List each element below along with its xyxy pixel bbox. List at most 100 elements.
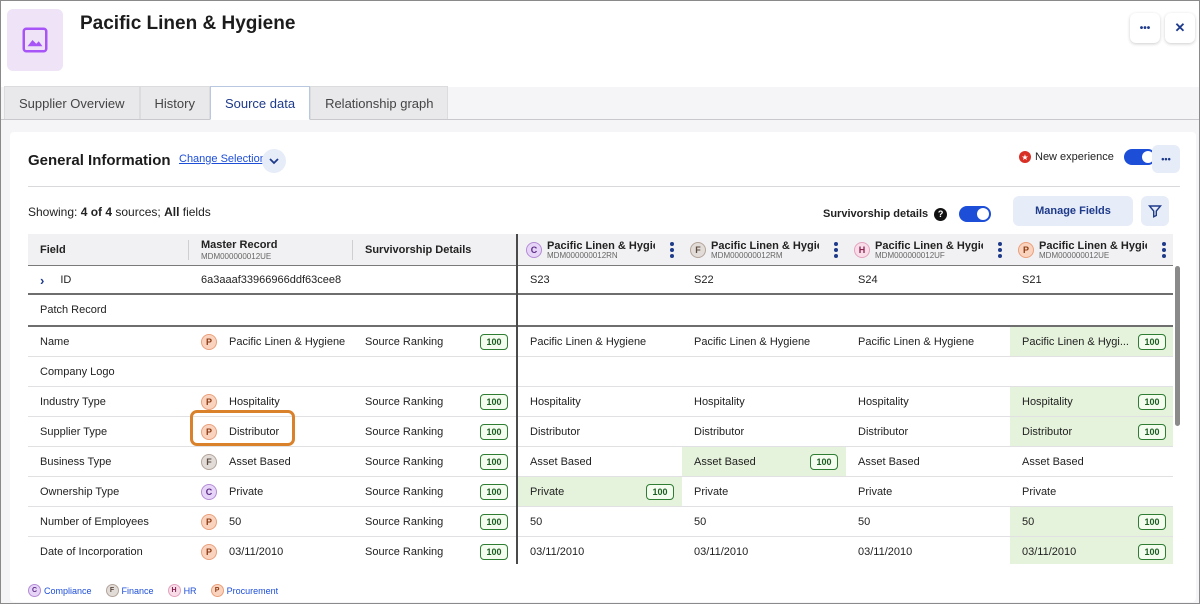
source-value: Distributor — [694, 425, 745, 438]
field-label: Company Logo — [40, 365, 115, 378]
master-record-cell: F Asset Based — [189, 447, 352, 476]
kebab-menu-icon[interactable] — [1162, 242, 1166, 258]
table-row: Number of Employees P 50 Source Ranking 100 5… — [28, 507, 1173, 537]
column-label: Master Record — [201, 239, 278, 251]
source-badge: H — [167, 584, 181, 597]
source-value: Private — [530, 485, 565, 498]
source-value-cell: Distributor — [518, 417, 682, 446]
source-value: S23 — [530, 274, 550, 286]
source-name: Pacific Linen & Hygiene — [1039, 239, 1147, 252]
source-value: Hospitality — [694, 395, 745, 408]
chevron-down-icon[interactable] — [262, 149, 286, 173]
help-icon[interactable]: ? — [934, 207, 948, 221]
survivorship-rule: Source Ranking — [365, 515, 444, 528]
table-scrollbar[interactable] — [1173, 266, 1183, 562]
survivorship-cell — [353, 357, 516, 386]
table-row: Ownership Type C Private Source Ranking 100 P… — [28, 477, 1173, 507]
record-header: Pacific Linen & Hygiene ••• ✕ — [1, 1, 1199, 87]
field-cell: Number of Employees — [28, 507, 188, 536]
star-badge-icon: ★ — [1019, 151, 1031, 163]
source-value-cell: Hospitality — [682, 387, 846, 416]
survivorship-rule: Source Ranking — [365, 395, 444, 408]
source-id: MDM000000012UF — [875, 250, 945, 260]
source-value: Pacific Linen & Hygiene — [858, 335, 975, 348]
column-label: Survivorship Details — [365, 244, 472, 256]
table-row: Business Type F Asset Based Source Ranking 1… — [28, 447, 1173, 477]
field-label: Date of Incorporation — [40, 545, 143, 558]
legend-label[interactable]: Compliance — [44, 586, 92, 596]
tab-source-data[interactable]: Source data — [209, 86, 311, 120]
filter-button[interactable] — [1141, 196, 1169, 226]
source-value-cell: Private 100 — [518, 477, 682, 506]
source-value-cell: Hospitality — [846, 387, 1010, 416]
scrollbar-thumb[interactable] — [1175, 266, 1180, 426]
source-value-cell: Pacific Linen & Hygiene — [682, 327, 846, 356]
source-badge: C — [526, 242, 542, 258]
general-information-card: General Information Change Selection ★ N… — [10, 132, 1196, 602]
source-badge: C — [201, 483, 217, 500]
source-badge: P — [1018, 242, 1034, 258]
showing-mid: sources; — [112, 205, 165, 219]
manage-fields-button[interactable]: Manage Fields — [1013, 196, 1133, 226]
source-value-cell: Asset Based 100 — [682, 447, 846, 476]
expand-chevron-icon[interactable]: › — [40, 273, 44, 288]
master-record-cell: 6a3aaaf33966966ddf63cee8 — [189, 267, 352, 293]
source-value: Private — [694, 485, 729, 498]
table-row: › ID 6a3aaaf33966966ddf63cee8 S23 S22 S24 S21 — [28, 267, 1173, 295]
legend-label[interactable]: Finance — [122, 586, 154, 596]
source-value: Asset Based — [858, 455, 920, 468]
master-value: 6a3aaaf33966966ddf63cee8 — [201, 274, 342, 286]
source-value-cell: Hospitality — [518, 387, 682, 416]
master-record-id: MDM000000012UE — [201, 252, 272, 261]
kebab-menu-icon[interactable] — [834, 242, 838, 258]
survivorship-cell: Source Ranking 100 — [353, 507, 516, 536]
source-value: Pacific Linen & Hygiene — [694, 335, 811, 348]
source-value: S24 — [858, 274, 878, 286]
tab-label: Supplier Overview — [19, 95, 125, 111]
section-more-button[interactable]: ••• — [1152, 145, 1180, 173]
source-value-cell: 50 — [682, 507, 846, 536]
more-icon: ••• — [1161, 154, 1171, 164]
field-label: Business Type — [40, 455, 112, 468]
source-value: Asset Based — [1022, 455, 1084, 468]
source-value-cell: Distributor 100 — [1010, 417, 1173, 446]
master-value: Private — [229, 485, 264, 498]
tab-history[interactable]: History — [139, 86, 210, 119]
kebab-menu-icon[interactable] — [998, 242, 1002, 258]
legend-label[interactable]: Procurement — [227, 586, 279, 596]
table-row: Date of Incorporation P 03/11/2010 Source R… — [28, 537, 1173, 564]
score-badge: 100 — [480, 513, 508, 530]
field-label: Patch Record — [40, 304, 107, 316]
master-record-cell — [189, 357, 352, 386]
kebab-menu-icon[interactable] — [670, 242, 674, 258]
source-value: Distributor — [858, 425, 909, 438]
score-badge: 100 — [480, 423, 508, 440]
tab-relationship-graph[interactable]: Relationship graph — [310, 86, 449, 119]
source-value: 50 — [858, 515, 871, 528]
field-cell: Ownership Type — [28, 477, 188, 506]
source-value-cell: Private — [846, 477, 1010, 506]
change-selection-link[interactable]: Change Selection — [179, 153, 266, 165]
close-button[interactable]: ✕ — [1165, 13, 1195, 43]
field-cell: Patch Record — [28, 295, 188, 325]
source-value-cell: Asset Based — [1010, 447, 1173, 476]
score-badge: 100 — [480, 453, 508, 470]
column-header-master-record: Master Record MDM000000012UE — [189, 234, 352, 266]
survivorship-cell — [353, 267, 516, 293]
legend-label[interactable]: HR — [184, 586, 197, 596]
master-value: Hospitality — [229, 395, 280, 408]
section-divider — [28, 186, 1180, 187]
survivorship-rule: Source Ranking — [365, 485, 444, 498]
page-title: Pacific Linen & Hygiene — [80, 13, 296, 34]
source-header-text: Pacific Linen & HygieneMDM000000012RN — [547, 240, 655, 261]
column-header-source: F Pacific Linen & HygieneMDM000000012RM — [682, 234, 846, 266]
selected-cell-highlight — [190, 410, 295, 446]
survivorship-details-toggle[interactable] — [959, 206, 992, 222]
legend-item: F Finance — [105, 584, 154, 597]
source-value-cell: S22 — [682, 267, 846, 293]
column-header-survivorship: Survivorship Details — [353, 234, 516, 266]
header-more-button[interactable]: ••• — [1130, 13, 1160, 43]
field-cell: Date of Incorporation — [28, 537, 188, 564]
tab-supplier-overview[interactable]: Supplier Overview — [4, 86, 140, 119]
score-badge: 100 — [480, 393, 508, 410]
